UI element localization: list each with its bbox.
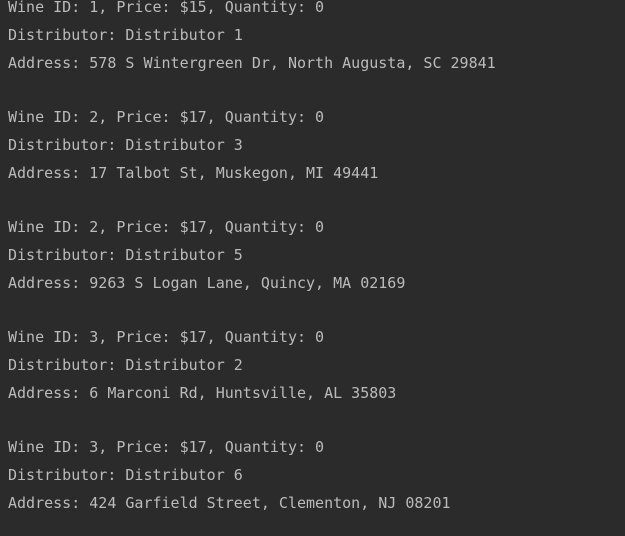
wine-line: Wine ID: 3, Price: $17, Quantity: 0 [8,328,325,346]
address-line: Address: 6 Marconi Rd, Huntsville, AL 35… [8,384,397,402]
wine-line: Wine ID: 3, Price: $17, Quantity: 0 [8,438,325,456]
address-line: Address: 9263 S Logan Lane, Quincy, MA 0… [8,274,406,292]
distributor-line: Distributor: Distributor 2 [8,356,243,374]
wine-entry: Wine ID: 3, Price: $17, Quantity: 0 Dist… [8,437,451,521]
wine-line: Wine ID: 1, Price: $15, Quantity: 0 [8,0,325,16]
wine-entry: Wine ID: 2, Price: $17, Quantity: 0 Dist… [8,217,405,301]
wine-entry: Wine ID: 3, Price: $17, Quantity: 0 Dist… [8,327,396,411]
console-output[interactable]: Wine ID: 1, Price: $15, Quantity: 0 Dist… [0,0,625,536]
wine-entry: Wine ID: 1, Price: $15, Quantity: 0 Dist… [8,0,496,81]
wine-entry: Wine ID: 2, Price: $17, Quantity: 0 Dist… [8,107,378,191]
distributor-line: Distributor: Distributor 5 [8,246,243,264]
distributor-line: Distributor: Distributor 3 [8,136,243,154]
distributor-line: Distributor: Distributor 1 [8,26,243,44]
address-line: Address: 424 Garfield Street, Clementon,… [8,494,451,512]
address-line: Address: 17 Talbot St, Muskegon, MI 4944… [8,164,379,182]
distributor-line: Distributor: Distributor 6 [8,466,243,484]
wine-line: Wine ID: 2, Price: $17, Quantity: 0 [8,218,325,236]
address-line: Address: 578 S Wintergreen Dr, North Aug… [8,54,496,72]
wine-line: Wine ID: 2, Price: $17, Quantity: 0 [8,108,325,126]
